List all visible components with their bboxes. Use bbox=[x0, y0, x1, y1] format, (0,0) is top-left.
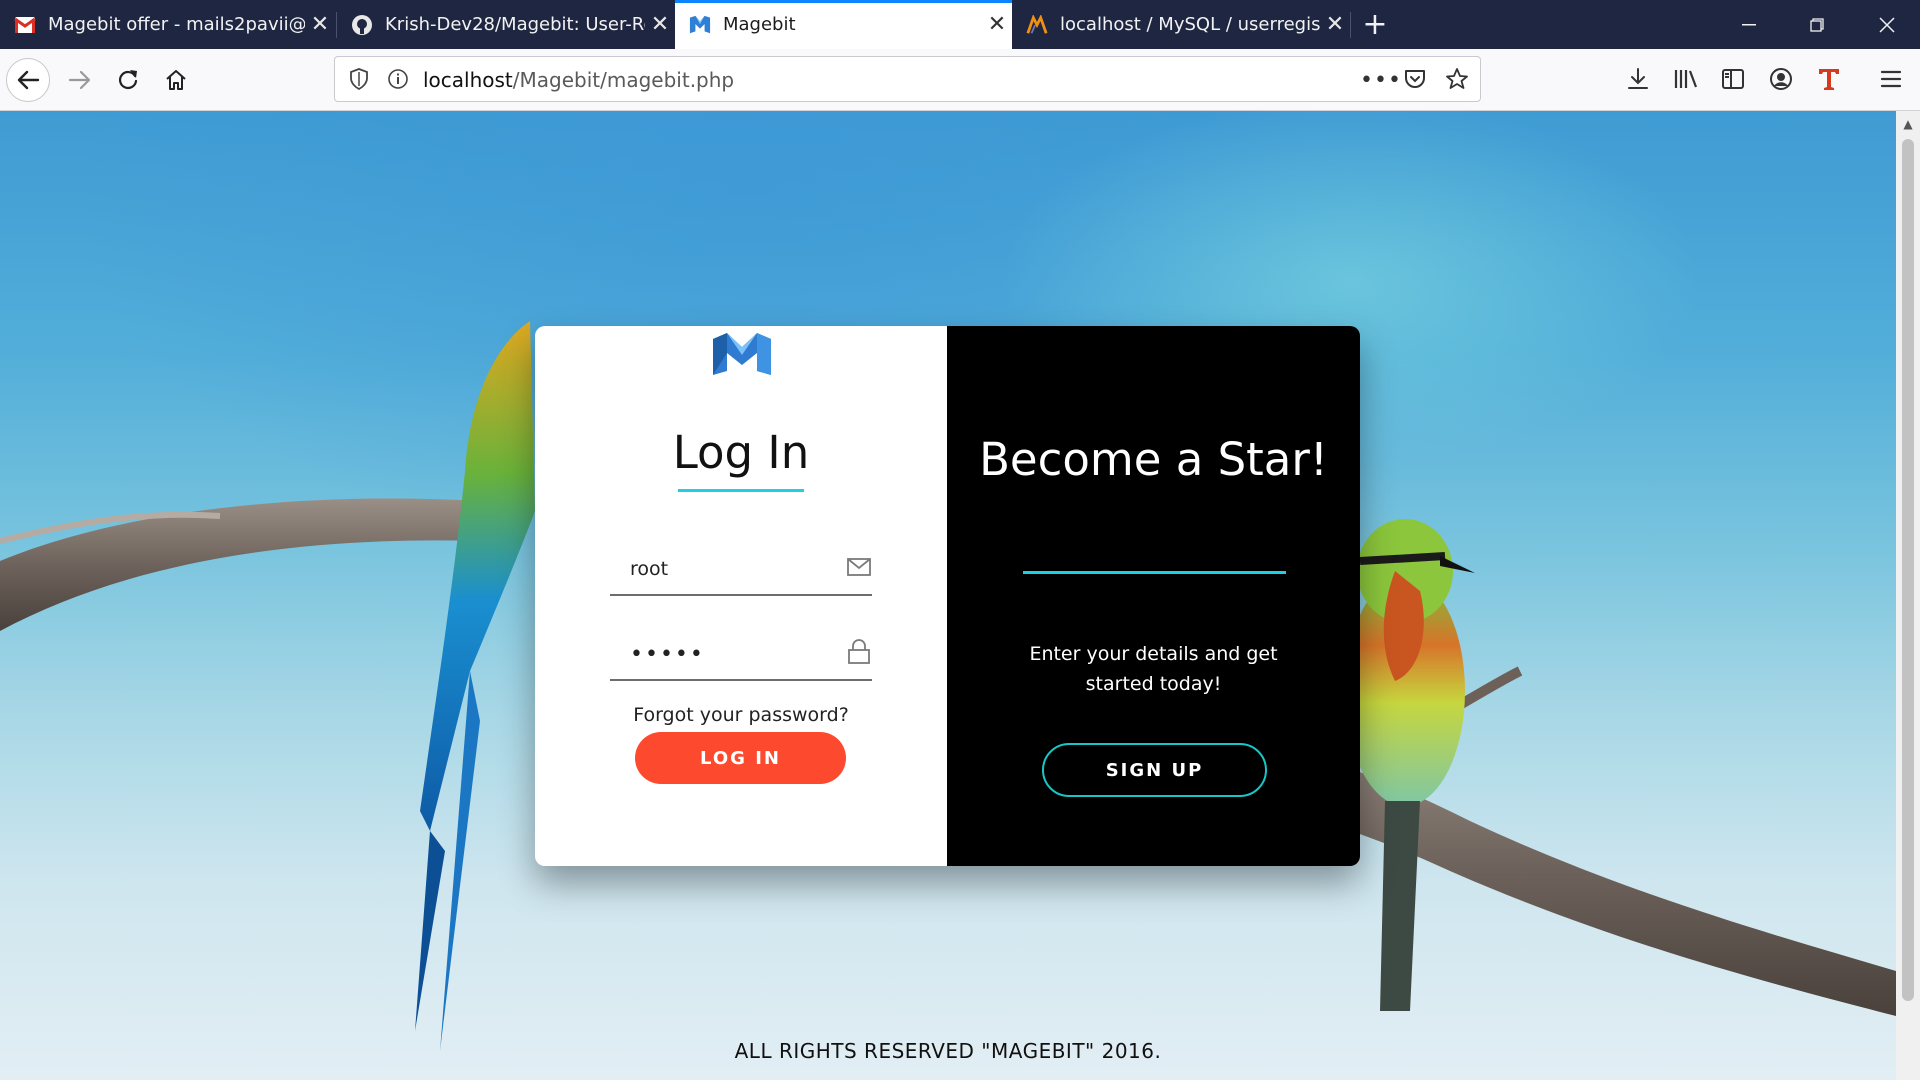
phpmyadmin-icon bbox=[1026, 14, 1048, 36]
scrollbar-thumb[interactable] bbox=[1902, 139, 1914, 1001]
signup-button[interactable]: SIGN UP bbox=[1042, 743, 1267, 797]
password-input[interactable] bbox=[630, 639, 830, 669]
login-button[interactable]: LOG IN bbox=[635, 732, 846, 784]
magebit-logo bbox=[713, 333, 771, 375]
navigation-toolbar: localhost/Magebit/magebit.php ••• bbox=[0, 49, 1920, 111]
signup-heading: Become a Star! bbox=[979, 433, 1328, 486]
tab-separator bbox=[1350, 12, 1351, 38]
title-underline bbox=[678, 489, 804, 492]
address-bar[interactable]: localhost/Magebit/magebit.php ••• bbox=[334, 56, 1481, 102]
page-viewport: Log In Forgot your password? LOG IN bbox=[0, 111, 1896, 1080]
library-icon[interactable] bbox=[1667, 60, 1705, 98]
username-input[interactable] bbox=[630, 554, 830, 584]
menu-icon[interactable] bbox=[1872, 60, 1910, 98]
forgot-password-link[interactable]: Forgot your password? bbox=[535, 704, 947, 726]
vertical-scrollbar[interactable]: ▲ bbox=[1896, 111, 1920, 1080]
tab-strip: Magebit offer - mails2pavii@gmail.com ✕ … bbox=[0, 0, 1920, 49]
signup-panel: Become a Star! Enter your details and ge… bbox=[947, 326, 1360, 866]
page-actions-icon[interactable]: ••• bbox=[1360, 68, 1402, 93]
forward-button[interactable] bbox=[58, 58, 102, 102]
close-tab-icon[interactable]: ✕ bbox=[982, 12, 1012, 37]
signup-tagline: Enter your details and get started today… bbox=[1029, 643, 1278, 695]
downloads-icon[interactable] bbox=[1619, 60, 1657, 98]
restore-button[interactable] bbox=[1786, 0, 1848, 49]
sidebar-icon[interactable] bbox=[1714, 60, 1752, 98]
minimize-button[interactable] bbox=[1718, 0, 1780, 49]
login-title: Log In bbox=[672, 426, 810, 479]
url-host: localhost bbox=[423, 68, 513, 92]
pocket-icon[interactable] bbox=[1403, 67, 1427, 95]
close-window-button[interactable] bbox=[1856, 0, 1918, 49]
home-button[interactable] bbox=[154, 58, 198, 102]
new-tab-button[interactable]: + bbox=[1355, 0, 1395, 49]
lock-icon bbox=[848, 639, 870, 664]
tab-magebit[interactable]: Magebit ✕ bbox=[675, 0, 1012, 49]
github-icon bbox=[351, 14, 373, 36]
footer-copyright: ALL RIGHTS RESERVED "MAGEBIT" 2016. bbox=[734, 1039, 1162, 1063]
tab-title: localhost / MySQL / userregistration bbox=[1060, 14, 1320, 35]
account-icon[interactable] bbox=[1762, 60, 1800, 98]
login-panel: Log In Forgot your password? LOG IN bbox=[535, 326, 947, 866]
close-tab-icon[interactable]: ✕ bbox=[305, 12, 335, 37]
scroll-up-arrow-icon[interactable]: ▲ bbox=[1896, 111, 1920, 137]
close-tab-icon[interactable]: ✕ bbox=[645, 12, 675, 37]
back-button[interactable] bbox=[6, 58, 50, 102]
extension-t-icon[interactable] bbox=[1810, 60, 1848, 98]
tab-gmail[interactable]: Magebit offer - mails2pavii@gmail.com ✕ bbox=[0, 0, 335, 49]
gmail-icon bbox=[14, 14, 36, 36]
heading-underline bbox=[1023, 571, 1286, 574]
username-field[interactable] bbox=[610, 536, 872, 596]
url-text[interactable]: localhost/Magebit/magebit.php bbox=[423, 68, 734, 92]
reload-button[interactable] bbox=[106, 58, 150, 102]
tab-phpmyadmin[interactable]: localhost / MySQL / userregistration ✕ bbox=[1012, 0, 1350, 49]
info-icon[interactable] bbox=[387, 68, 409, 94]
url-path: /Magebit/magebit.php bbox=[512, 68, 735, 92]
bookmark-star-icon[interactable] bbox=[1445, 67, 1469, 95]
tab-title: Magebit bbox=[723, 14, 796, 35]
shield-icon[interactable] bbox=[349, 68, 369, 94]
tab-github[interactable]: Krish-Dev28/Magebit: User-Registration ✕ bbox=[337, 0, 675, 49]
tab-title: Krish-Dev28/Magebit: User-Registration bbox=[385, 14, 645, 35]
auth-card: Log In Forgot your password? LOG IN bbox=[535, 326, 1360, 866]
envelope-icon bbox=[847, 558, 871, 576]
magebit-icon bbox=[689, 14, 711, 36]
close-tab-icon[interactable]: ✕ bbox=[1320, 12, 1350, 37]
password-field[interactable] bbox=[610, 621, 872, 681]
tab-title: Magebit offer - mails2pavii@gmail.com bbox=[48, 14, 305, 35]
